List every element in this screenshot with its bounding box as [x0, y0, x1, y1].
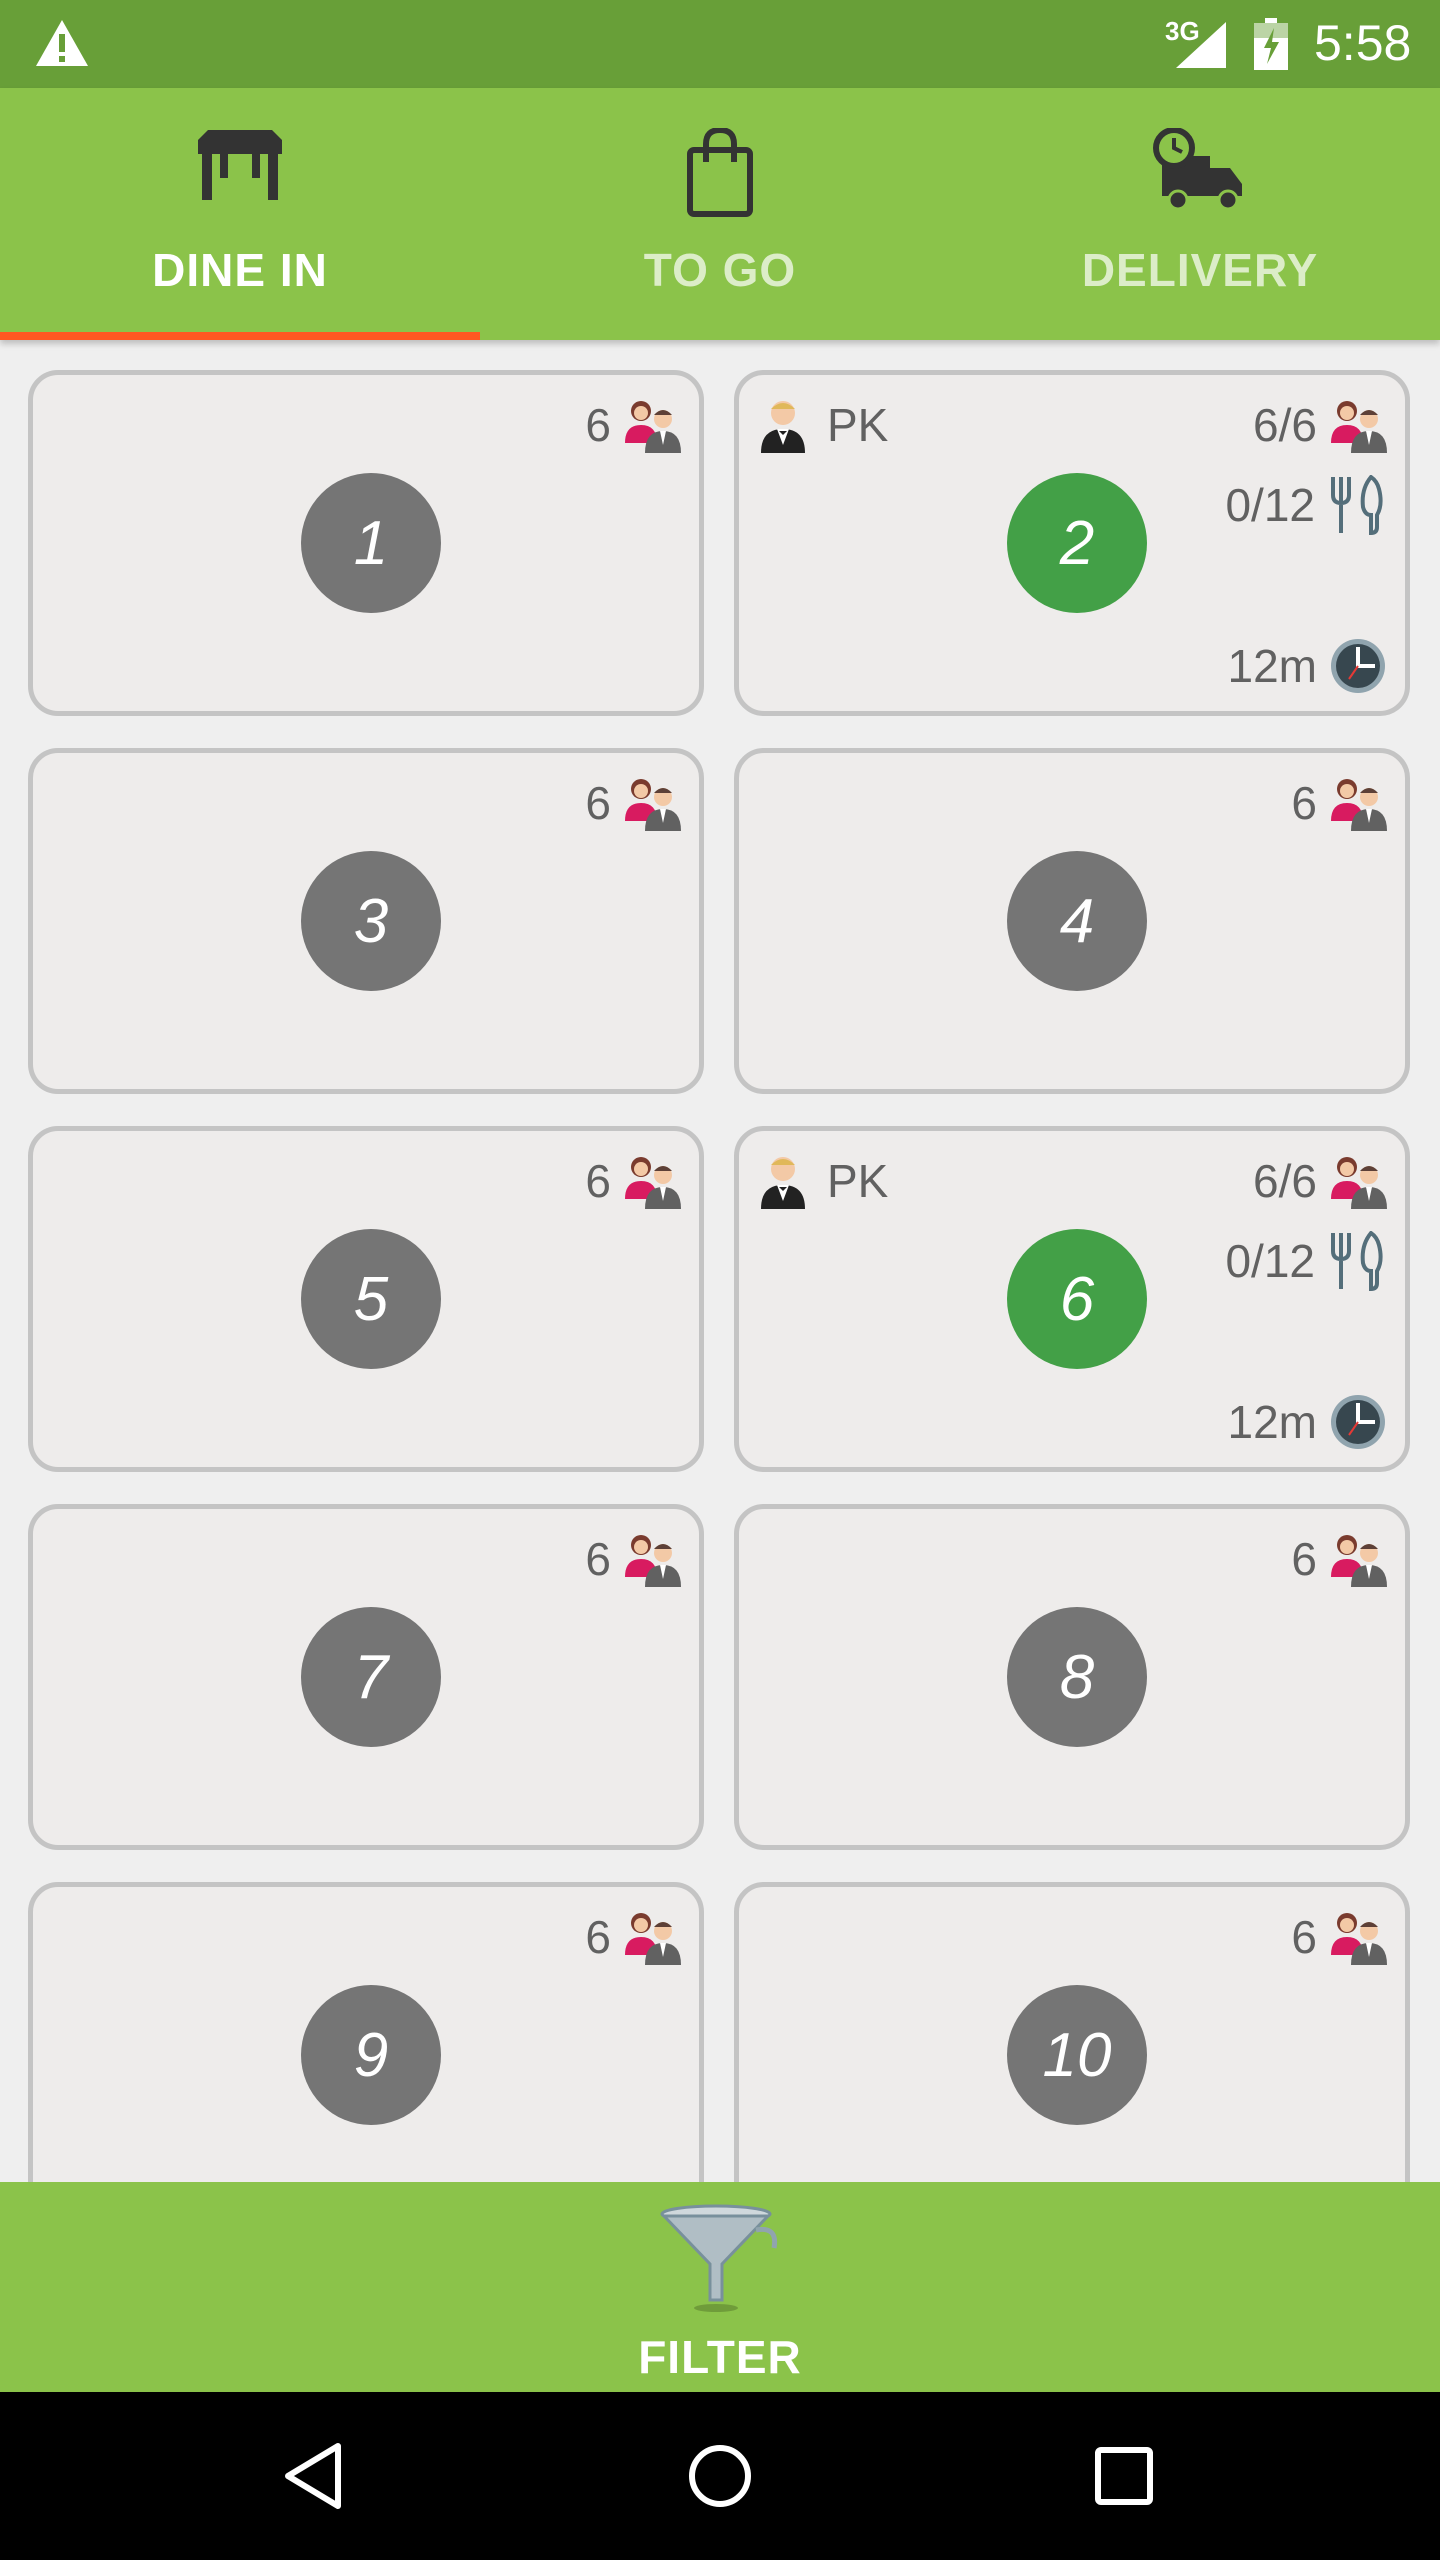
clock-icon [1331, 639, 1385, 693]
waiter-name: PK [827, 399, 889, 451]
seats-info: 6 [1291, 1909, 1387, 1965]
filter-button[interactable]: FILTER [0, 2182, 1440, 2392]
covers-info: 0/12 [1225, 475, 1387, 535]
cutlery-icon [1331, 475, 1383, 535]
table-icon [198, 130, 282, 200]
seats-info: 6/6 [1253, 1153, 1387, 1209]
elapsed-info: 12m [1228, 637, 1387, 695]
guests-icon [625, 401, 681, 453]
waiter-name: PK [827, 1155, 889, 1207]
table-grid: 6 1 PK 6/6 0/12 2 12m 6 3 6 4 6 5 PK 6/6… [0, 340, 1440, 2182]
tab-dine-in[interactable]: DINE IN [0, 88, 480, 340]
guests-icon [1331, 1535, 1387, 1587]
table-card-7[interactable]: 6 7 [28, 1504, 704, 1850]
table-card-6[interactable]: PK 6/6 0/12 6 12m [734, 1126, 1410, 1472]
table-number: 1 [301, 473, 441, 613]
tab-label: TO GO [643, 244, 797, 296]
guests-icon [625, 1157, 681, 1209]
seat-count: 6 [585, 1533, 611, 1585]
table-number: 7 [301, 1607, 441, 1747]
seat-count: 6 [1291, 1533, 1317, 1585]
seats-info: 6 [585, 1531, 681, 1587]
elapsed-time: 12m [1227, 1396, 1317, 1448]
system-nav-bar [0, 2392, 1440, 2560]
table-card-2[interactable]: PK 6/6 0/12 2 12m [734, 370, 1410, 716]
elapsed-time: 12m [1227, 640, 1317, 692]
table-number: 8 [1007, 1607, 1147, 1747]
table-number: 10 [1007, 1985, 1147, 2125]
seat-count: 6/6 [1253, 399, 1317, 451]
seats-info: 6 [1291, 1531, 1387, 1587]
recents-icon[interactable] [1084, 2436, 1164, 2516]
guests-icon [1331, 401, 1387, 453]
waiter-info: PK [757, 397, 888, 453]
guests-icon [1331, 779, 1387, 831]
home-icon[interactable] [680, 2436, 760, 2516]
waiter-icon [761, 401, 805, 453]
seats-info: 6 [585, 775, 681, 831]
table-card-3[interactable]: 6 3 [28, 748, 704, 1094]
seats-info: 6 [585, 1153, 681, 1209]
seat-count: 6 [585, 399, 611, 451]
seat-count: 6 [1291, 1911, 1317, 1963]
table-number: 3 [301, 851, 441, 991]
table-card-10[interactable]: 6 10 [734, 1882, 1410, 2182]
seat-count: 6 [1291, 777, 1317, 829]
tab-bar: DINE IN TO GO DELIVERY [0, 88, 1440, 340]
shopping-bag-icon [687, 128, 753, 217]
table-card-5[interactable]: 6 5 [28, 1126, 704, 1472]
seats-info: 6/6 [1253, 397, 1387, 453]
table-number: 2 [1007, 473, 1147, 613]
elapsed-info: 12m [1228, 1393, 1387, 1451]
table-number: 5 [301, 1229, 441, 1369]
tab-to-go[interactable]: TO GO [480, 88, 960, 340]
seats-info: 6 [585, 1909, 681, 1965]
seats-info: 6 [585, 397, 681, 453]
covers-count: 0/12 [1225, 479, 1315, 531]
guests-icon [625, 1913, 681, 1965]
guests-icon [1331, 1157, 1387, 1209]
warning-icon [36, 20, 88, 66]
table-card-9[interactable]: 6 9 [28, 1882, 704, 2182]
tab-label: DINE IN [152, 244, 328, 296]
battery-charging-icon [1254, 18, 1288, 70]
covers-count: 0/12 [1225, 1235, 1315, 1287]
signal-icon [1176, 22, 1226, 68]
tab-delivery[interactable]: DELIVERY [960, 88, 1440, 340]
table-number: 6 [1007, 1229, 1147, 1369]
seat-count: 6 [585, 777, 611, 829]
seat-count: 6 [585, 1155, 611, 1207]
back-icon[interactable] [276, 2436, 356, 2516]
funnel-icon [660, 2204, 778, 2312]
guests-icon [1331, 1913, 1387, 1965]
active-tab-indicator [0, 332, 480, 340]
table-number: 9 [301, 1985, 441, 2125]
table-number: 4 [1007, 851, 1147, 991]
seats-info: 6 [1291, 775, 1387, 831]
seat-count: 6/6 [1253, 1155, 1317, 1207]
clock-time: 5:58 [1314, 15, 1412, 71]
guests-icon [625, 1535, 681, 1587]
covers-info: 0/12 [1225, 1231, 1387, 1291]
table-card-8[interactable]: 6 8 [734, 1504, 1410, 1850]
table-card-4[interactable]: 6 4 [734, 748, 1410, 1094]
filter-label: FILTER [638, 2331, 802, 2383]
table-card-1[interactable]: 6 1 [28, 370, 704, 716]
waiter-info: PK [757, 1153, 888, 1209]
status-bar: 3G 5:58 [0, 0, 1440, 88]
waiter-icon [761, 1157, 805, 1209]
guests-icon [625, 779, 681, 831]
tab-label: DELIVERY [1081, 244, 1319, 296]
clock-icon [1331, 1395, 1385, 1449]
seat-count: 6 [585, 1911, 611, 1963]
cutlery-icon [1331, 1231, 1383, 1291]
delivery-truck-icon [1153, 128, 1242, 211]
